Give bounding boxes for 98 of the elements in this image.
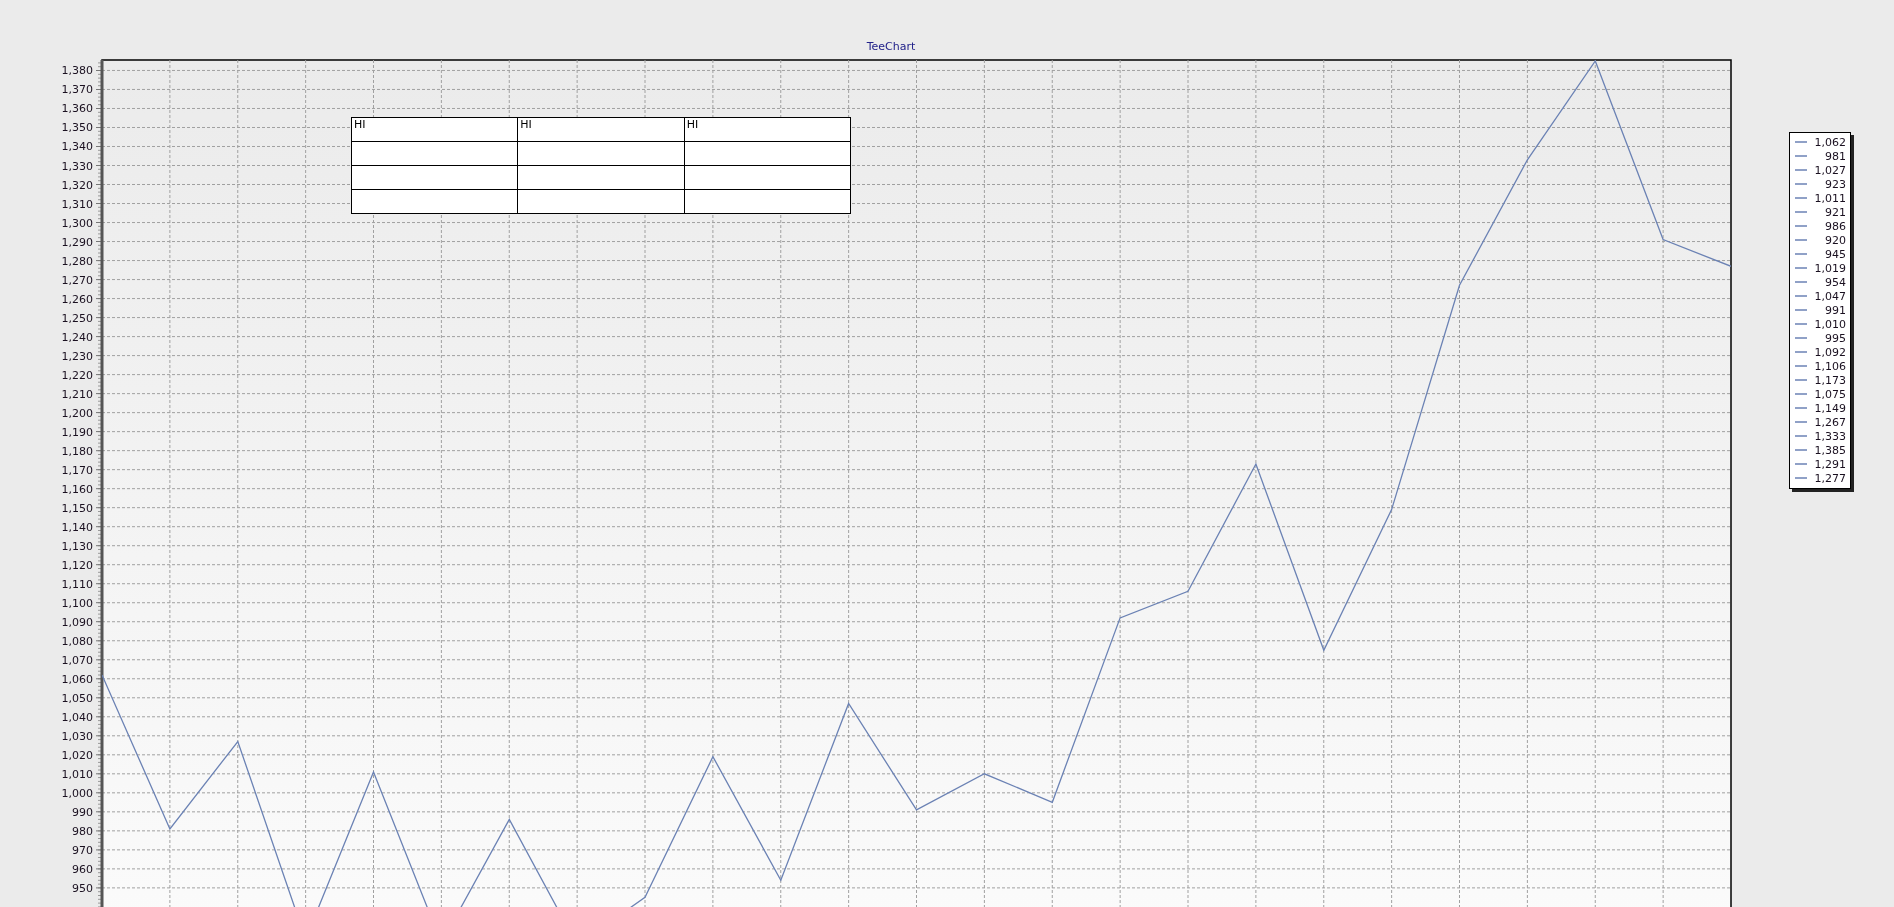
- y-axis-label: 1,310: [61, 197, 93, 211]
- y-axis-label: 1,380: [61, 64, 93, 78]
- y-axis-label: 950: [72, 881, 93, 895]
- legend-line-icon: [1795, 365, 1807, 367]
- legend-value: 1,047: [1814, 289, 1846, 303]
- y-axis-label: 1,260: [61, 292, 93, 306]
- y-axis-label: 980: [72, 824, 93, 838]
- y-axis-label: 1,150: [61, 501, 93, 515]
- legend-line-icon: [1795, 281, 1807, 283]
- y-axis-label: 1,050: [61, 691, 93, 705]
- legend-line-icon: [1795, 155, 1807, 157]
- legend-value: 1,106: [1814, 359, 1846, 373]
- legend-line-icon: [1795, 393, 1807, 395]
- legend-line-icon: [1795, 337, 1807, 339]
- legend-value: 1,267: [1814, 415, 1846, 429]
- y-axis-label: 990: [72, 805, 93, 819]
- legend-line-icon: [1795, 253, 1807, 255]
- legend-line-icon: [1795, 141, 1807, 143]
- y-axis-label: 1,070: [61, 653, 93, 667]
- y-axis-label: 1,350: [61, 121, 93, 135]
- y-axis-label: 1,160: [61, 482, 93, 496]
- legend-value: 1,019: [1814, 261, 1846, 275]
- legend-value: 923: [1825, 177, 1846, 191]
- y-axis-label: 1,290: [61, 235, 93, 249]
- y-axis-label: 1,060: [61, 672, 93, 686]
- y-axis-label: 1,210: [61, 387, 93, 401]
- legend-value: 1,149: [1814, 401, 1846, 415]
- legend-line-icon: [1795, 351, 1807, 353]
- legend-line-icon: [1795, 463, 1807, 465]
- y-axis-label: 1,330: [61, 159, 93, 173]
- legend-line-icon: [1795, 435, 1807, 437]
- y-axis-label: 960: [72, 862, 93, 876]
- legend-line-icon: [1795, 477, 1807, 479]
- legend-value: 1,173: [1814, 373, 1846, 387]
- y-axis-label: 1,120: [61, 558, 93, 572]
- legend-line-icon: [1795, 323, 1807, 325]
- y-axis-label: 1,170: [61, 463, 93, 477]
- y-axis-label: 1,340: [61, 140, 93, 154]
- legend-line-icon: [1795, 309, 1807, 311]
- y-axis-label: 1,130: [61, 539, 93, 553]
- legend-line-icon: [1795, 295, 1807, 297]
- y-axis-label: 1,190: [61, 425, 93, 439]
- legend-line-icon: [1795, 211, 1807, 213]
- legend-value: 1,027: [1814, 163, 1846, 177]
- legend-value: 1,092: [1814, 345, 1846, 359]
- y-axis-label: 1,110: [61, 577, 93, 591]
- y-axis-label: 1,030: [61, 729, 93, 743]
- legend-value: 1,011: [1814, 191, 1846, 205]
- legend-value: 995: [1825, 331, 1846, 345]
- y-axis-label: 1,140: [61, 520, 93, 534]
- legend-value: 981: [1825, 149, 1846, 163]
- y-axis-label: 1,080: [61, 634, 93, 648]
- legend-line-icon: [1795, 407, 1807, 409]
- y-axis-label: 1,370: [61, 83, 93, 97]
- legend-value: 1,333: [1814, 429, 1846, 443]
- legend-line-icon: [1795, 225, 1807, 227]
- legend-line-icon: [1795, 267, 1807, 269]
- y-axis-label: 1,100: [61, 596, 93, 610]
- y-axis-label: 1,220: [61, 368, 93, 382]
- y-axis-label: 1,270: [61, 273, 93, 287]
- legend-value: 986: [1825, 219, 1846, 233]
- legend-value: 954: [1825, 275, 1846, 289]
- y-axis-label: 1,040: [61, 710, 93, 724]
- legend-value: 1,385: [1814, 443, 1846, 457]
- y-axis-label: 1,320: [61, 178, 93, 192]
- column-header: HI: [684, 117, 851, 142]
- column-header: HI: [517, 117, 685, 142]
- chart-title: TeeChart: [866, 40, 916, 53]
- y-axis-label: 1,300: [61, 216, 93, 230]
- legend-value: 920: [1825, 233, 1846, 247]
- y-axis-label: 1,250: [61, 311, 93, 325]
- legend-line-icon: [1795, 197, 1807, 199]
- legend-value: 945: [1825, 247, 1846, 261]
- y-axis-label: 1,360: [61, 102, 93, 116]
- legend-line-icon: [1795, 379, 1807, 381]
- y-axis-label: 1,020: [61, 748, 93, 762]
- y-axis-label: 1,010: [61, 767, 93, 781]
- legend-value: 1,075: [1814, 387, 1846, 401]
- y-axis-label: 1,180: [61, 444, 93, 458]
- legend-line-icon: [1795, 449, 1807, 451]
- legend-value: 1,277: [1814, 471, 1846, 485]
- y-axis-label: 1,240: [61, 330, 93, 344]
- y-axis-label: 1,090: [61, 615, 93, 629]
- y-axis-label: 970: [72, 843, 93, 857]
- legend-value: 1,062: [1814, 135, 1846, 149]
- legend-value: 1,010: [1814, 317, 1846, 331]
- legend-line-icon: [1795, 421, 1807, 423]
- legend-line-icon: [1795, 169, 1807, 171]
- legend-value: 991: [1825, 303, 1846, 317]
- y-axis-label: 1,280: [61, 254, 93, 268]
- legend-value: 1,291: [1814, 457, 1846, 471]
- column-header: HI: [351, 117, 518, 142]
- legend-value: 921: [1825, 205, 1846, 219]
- y-axis-label: 1,230: [61, 349, 93, 363]
- legend-line-icon: [1795, 239, 1807, 241]
- y-axis-label: 1,200: [61, 406, 93, 420]
- y-axis-label: 1,000: [61, 786, 93, 800]
- legend-line-icon: [1795, 183, 1807, 185]
